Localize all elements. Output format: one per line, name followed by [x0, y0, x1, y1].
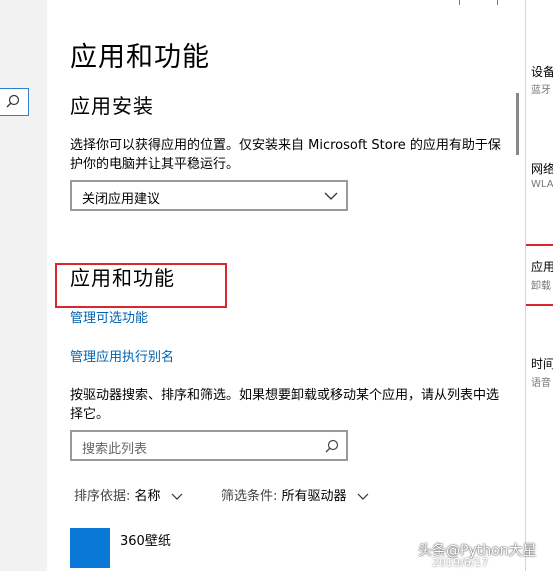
search-placeholder: 搜索此列表 [82, 442, 148, 457]
annotation-highlight-box [55, 263, 227, 308]
settings-search-box[interactable] [0, 88, 29, 116]
left-background-window [0, 0, 47, 571]
nav-item-time[interactable]: 时间 [531, 355, 553, 372]
page-title: 应用和功能 [70, 42, 210, 73]
filter-value: 所有驱动器 [281, 489, 347, 504]
nav-item-apps[interactable]: 应用 [531, 258, 553, 275]
app-install-dropdown[interactable]: 关闭应用建议 [70, 180, 348, 211]
nav-highlight-bottom [526, 304, 553, 306]
manage-app-alias-link[interactable]: 管理应用执行别名 [70, 346, 174, 365]
window-controls [447, 0, 525, 8]
sort-label: 排序依据: [74, 489, 131, 504]
nav-highlight-top [526, 244, 553, 246]
chevron-down-icon [324, 192, 338, 200]
chevron-down-icon [357, 493, 369, 500]
nav-sub-network: WLA [531, 179, 553, 190]
nav-sub-devices: 蓝牙 [531, 85, 551, 96]
nav-sub-apps: 卸载 [531, 281, 551, 292]
nav-sub-time: 语音 [531, 378, 551, 389]
nav-item-network[interactable]: 网络 [531, 160, 553, 177]
chevron-down-icon [171, 493, 183, 500]
app-name[interactable]: 360壁纸 [120, 530, 171, 549]
apps-search-input[interactable]: 搜索此列表 [70, 430, 348, 461]
restore-button[interactable] [459, 0, 460, 5]
install-section-heading: 应用安装 [70, 94, 154, 118]
sort-by-dropdown[interactable]: 排序依据: 名称 [74, 485, 183, 504]
scrollbar-thumb[interactable] [516, 93, 519, 155]
right-settings-nav: 设备 蓝牙 网络 WLA 应用 卸载 时间 语音 [526, 0, 553, 571]
app-icon-360wallpaper[interactable] [70, 528, 110, 568]
search-icon [325, 439, 339, 453]
watermark-date: 2019/6/17 [432, 556, 489, 569]
close-button[interactable] [497, 0, 498, 5]
filter-label: 筛选条件: [221, 489, 278, 504]
install-description: 选择你可以获得应用的位置。仅安装来自 Microsoft Store 的应用有助… [70, 138, 501, 172]
manage-optional-features-link[interactable]: 管理可选功能 [70, 307, 148, 326]
sort-value: 名称 [134, 489, 161, 504]
nav-item-devices[interactable]: 设备 [531, 63, 553, 80]
filter-dropdown[interactable]: 筛选条件: 所有驱动器 [221, 485, 369, 504]
search-icon [6, 94, 20, 108]
apps-description: 按驱动器搜索、排序和筛选。如果想要卸载或移动某个应用，请从列表中选择它。 [70, 388, 500, 422]
dropdown-value: 关闭应用建议 [82, 192, 161, 207]
